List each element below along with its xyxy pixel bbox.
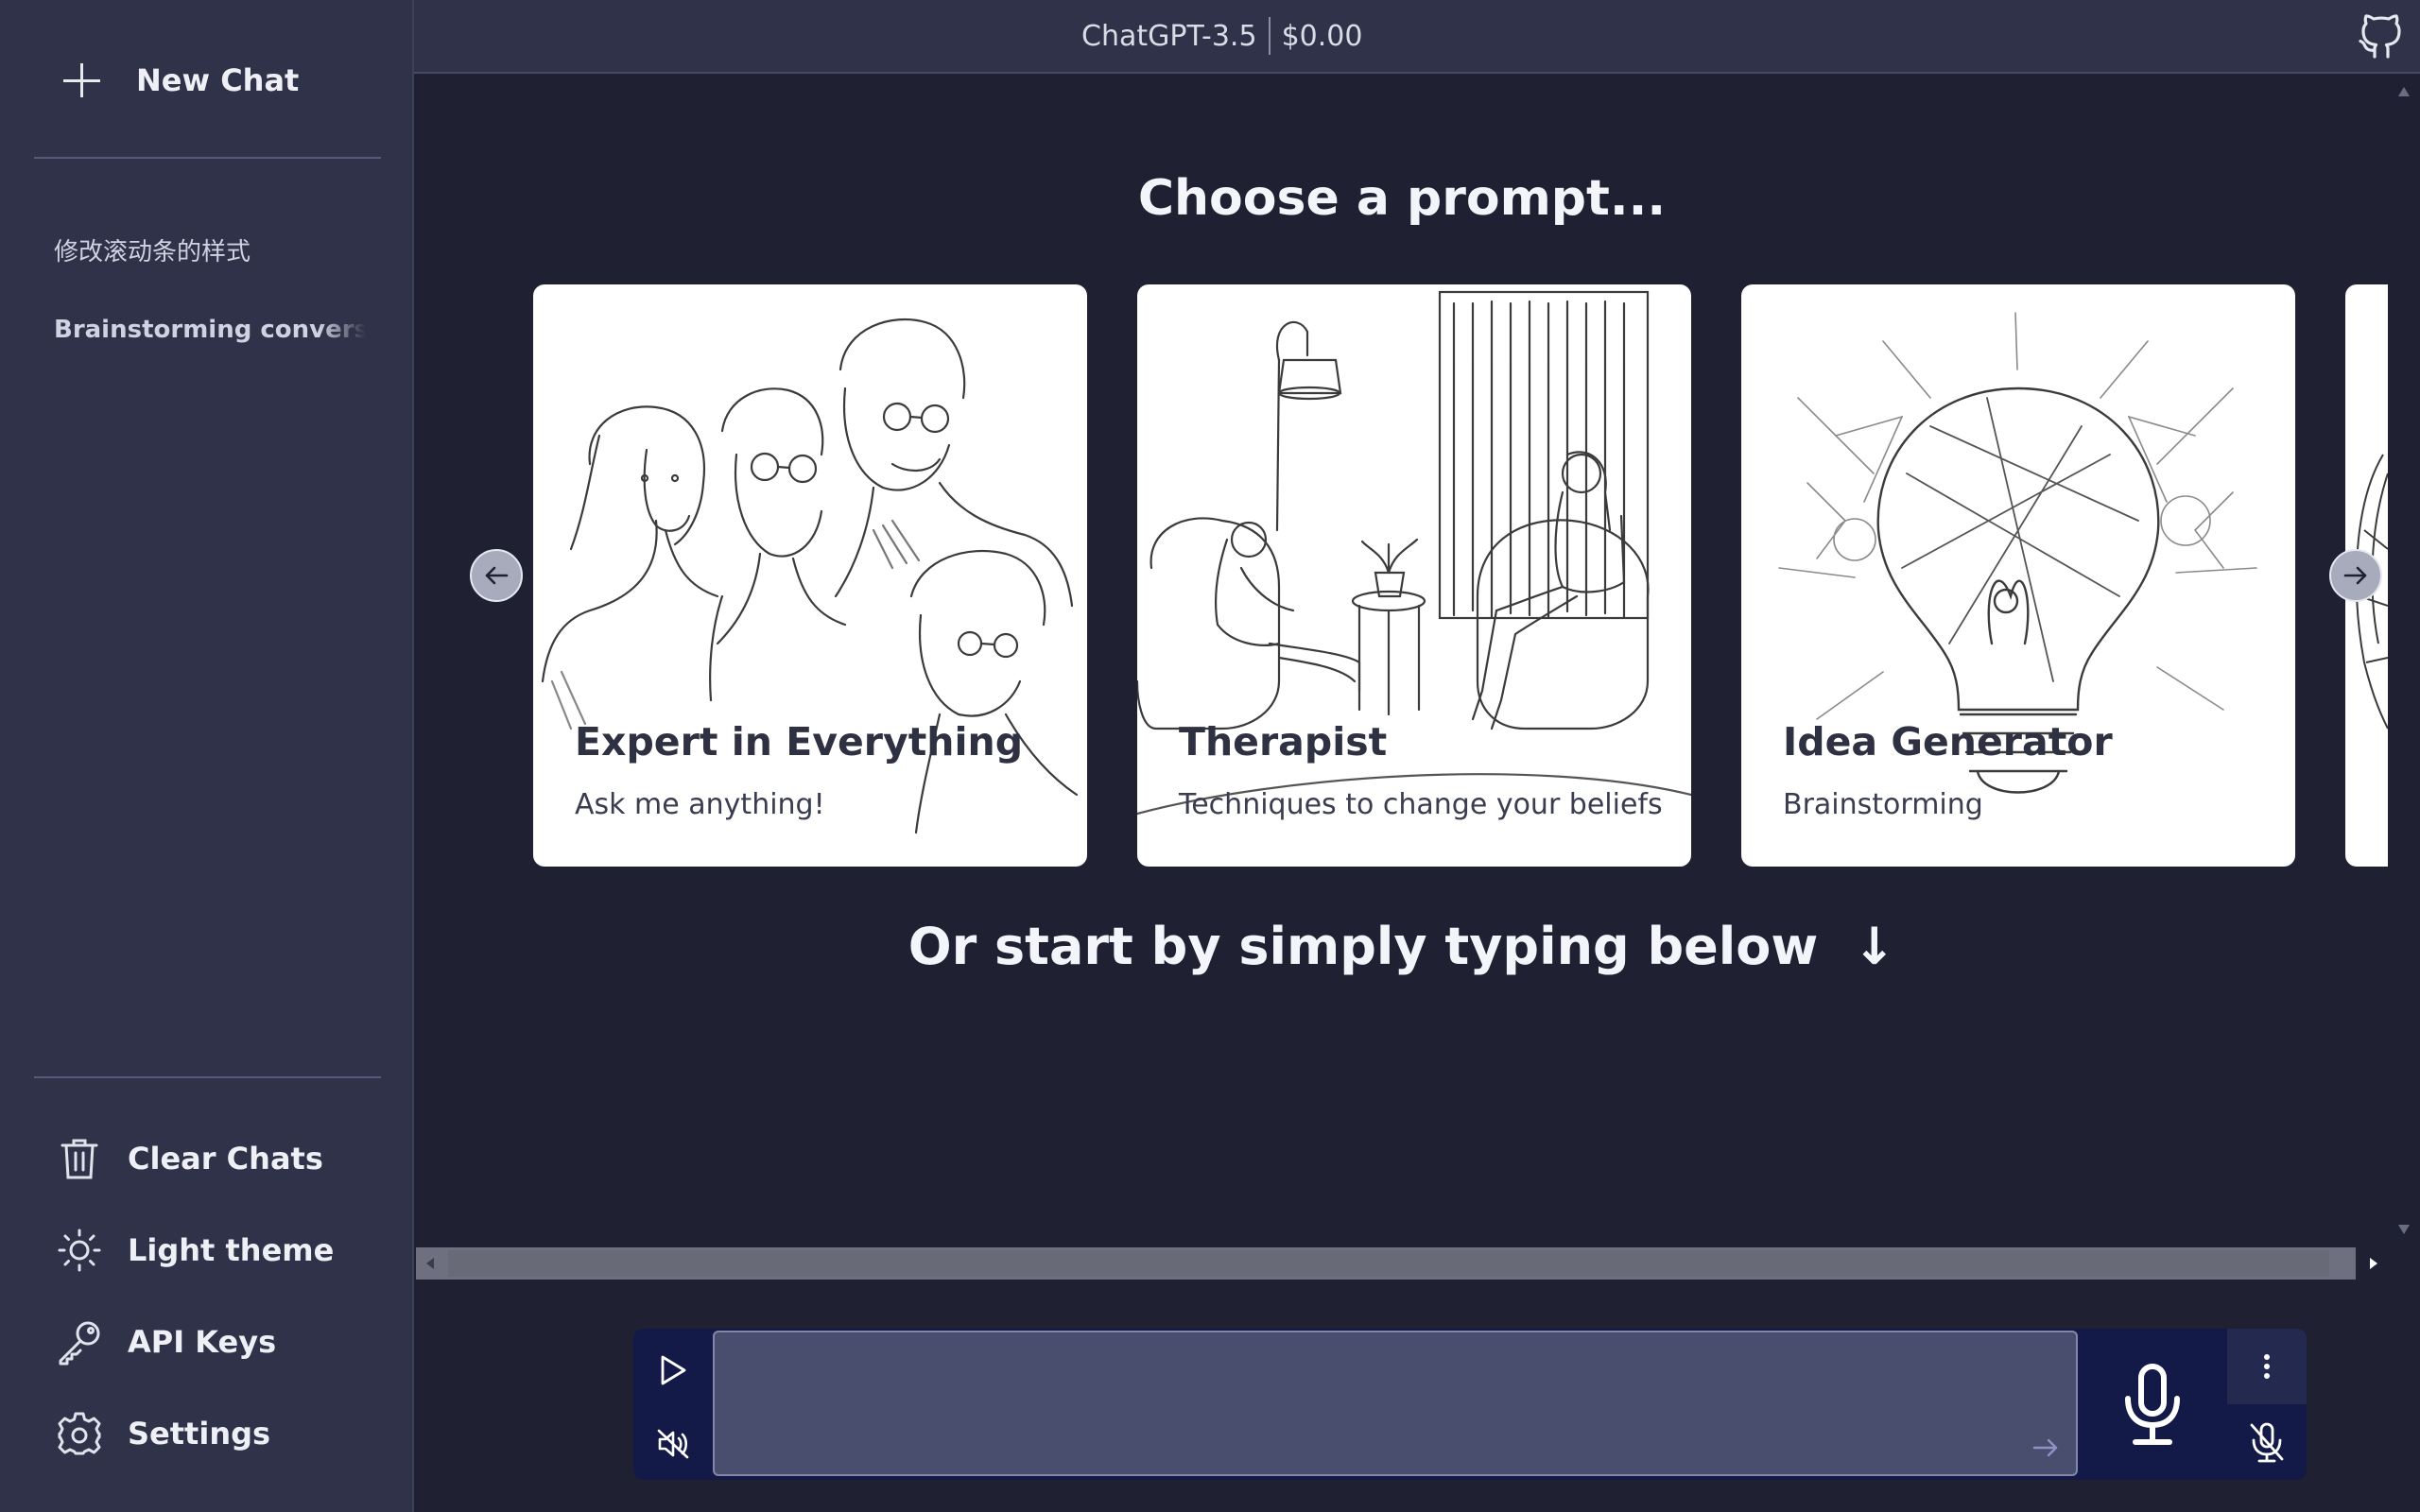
card-title: Idea Generator: [1783, 719, 2113, 765]
start-typing-heading: Or start by simply typing below ↓: [416, 917, 2388, 976]
experts-illustration: [541, 318, 1079, 834]
card-title: Expert in Everything: [575, 719, 1024, 765]
therapy-session-illustration: [1137, 290, 1691, 816]
microphone-off-icon: [2250, 1422, 2284, 1463]
sidebar-divider-top: [34, 157, 381, 159]
mute-speaker-button[interactable]: [645, 1416, 701, 1472]
main-content: Choose a prompt... Expert in Everything …: [416, 76, 2388, 1247]
sidebar-divider-bottom: [34, 1076, 381, 1078]
card-subtitle: Brainstorming: [1783, 788, 1983, 821]
light-theme-label: Light theme: [128, 1232, 335, 1268]
vertical-scrollbar[interactable]: [2388, 74, 2420, 1247]
play-icon: [661, 1355, 686, 1385]
scroll-left-icon[interactable]: [416, 1247, 448, 1280]
horizontal-scrollbar-thumb[interactable]: [448, 1250, 2329, 1277]
send-arrow-icon: [2032, 1438, 2058, 1457]
send-button[interactable]: [2017, 1419, 2074, 1476]
microphone-icon: [2125, 1364, 2180, 1445]
mute-microphone-button[interactable]: [2227, 1404, 2307, 1480]
prompt-card-expert[interactable]: Expert in Everything Ask me anything!: [533, 284, 1087, 867]
top-bar: ChatGPT-3.5 $0.00: [414, 0, 2420, 74]
arrow-right-icon: [2343, 566, 2367, 585]
new-chat-label: New Chat: [136, 62, 300, 98]
composer-area: [0, 1280, 2420, 1512]
scroll-arrows: [2398, 87, 2410, 1234]
card-title: Therapist: [1179, 719, 1388, 765]
vertical-dots-icon: [2264, 1354, 2270, 1379]
arrow-left-icon: [485, 566, 509, 585]
choose-prompt-heading: Choose a prompt...: [1137, 170, 1667, 227]
carousel-prev-button[interactable]: [470, 549, 523, 602]
lightbulb-illustration: [1778, 312, 2257, 794]
light-theme-button[interactable]: Light theme: [53, 1220, 393, 1280]
scroll-right-icon[interactable]: [2356, 1247, 2388, 1280]
card-subtitle: Ask me anything!: [575, 788, 825, 821]
start-typing-text: Or start by simply typing below: [908, 917, 1819, 976]
clear-chats-label: Clear Chats: [128, 1141, 323, 1177]
carousel-next-button[interactable]: [2329, 549, 2382, 602]
more-options-button[interactable]: [2227, 1329, 2307, 1404]
github-icon[interactable]: [2356, 11, 2407, 62]
model-name[interactable]: ChatGPT-3.5: [1081, 20, 1257, 53]
speaker-muted-icon: [657, 1429, 689, 1459]
trash-icon: [53, 1132, 106, 1185]
model-separator: [1268, 17, 1270, 55]
sun-icon: [53, 1224, 106, 1277]
record-voice-button[interactable]: [2080, 1329, 2225, 1480]
card-subtitle: Techniques to change your beliefs: [1179, 788, 1663, 821]
message-input[interactable]: [713, 1331, 2078, 1476]
cost-display: $0.00: [1281, 19, 1363, 53]
prompt-card-therapist[interactable]: Therapist Techniques to change your beli…: [1137, 284, 1691, 867]
arrow-down-icon: ↓: [1853, 917, 1896, 976]
composer: [633, 1329, 2307, 1480]
clear-chats-button[interactable]: Clear Chats: [53, 1128, 393, 1189]
chat-history-item[interactable]: 修改滚动条的样式: [54, 232, 366, 267]
new-chat-button[interactable]: New Chat: [34, 47, 384, 113]
prompt-card-idea-generator[interactable]: Idea Generator Brainstorming: [1741, 284, 2295, 867]
horizontal-scrollbar[interactable]: [416, 1247, 2388, 1280]
plus-icon: [60, 60, 102, 101]
model-info: ChatGPT-3.5 $0.00: [1081, 17, 1362, 55]
play-button[interactable]: [645, 1342, 701, 1399]
chat-history-item[interactable]: Brainstorming conversation: [54, 316, 366, 344]
